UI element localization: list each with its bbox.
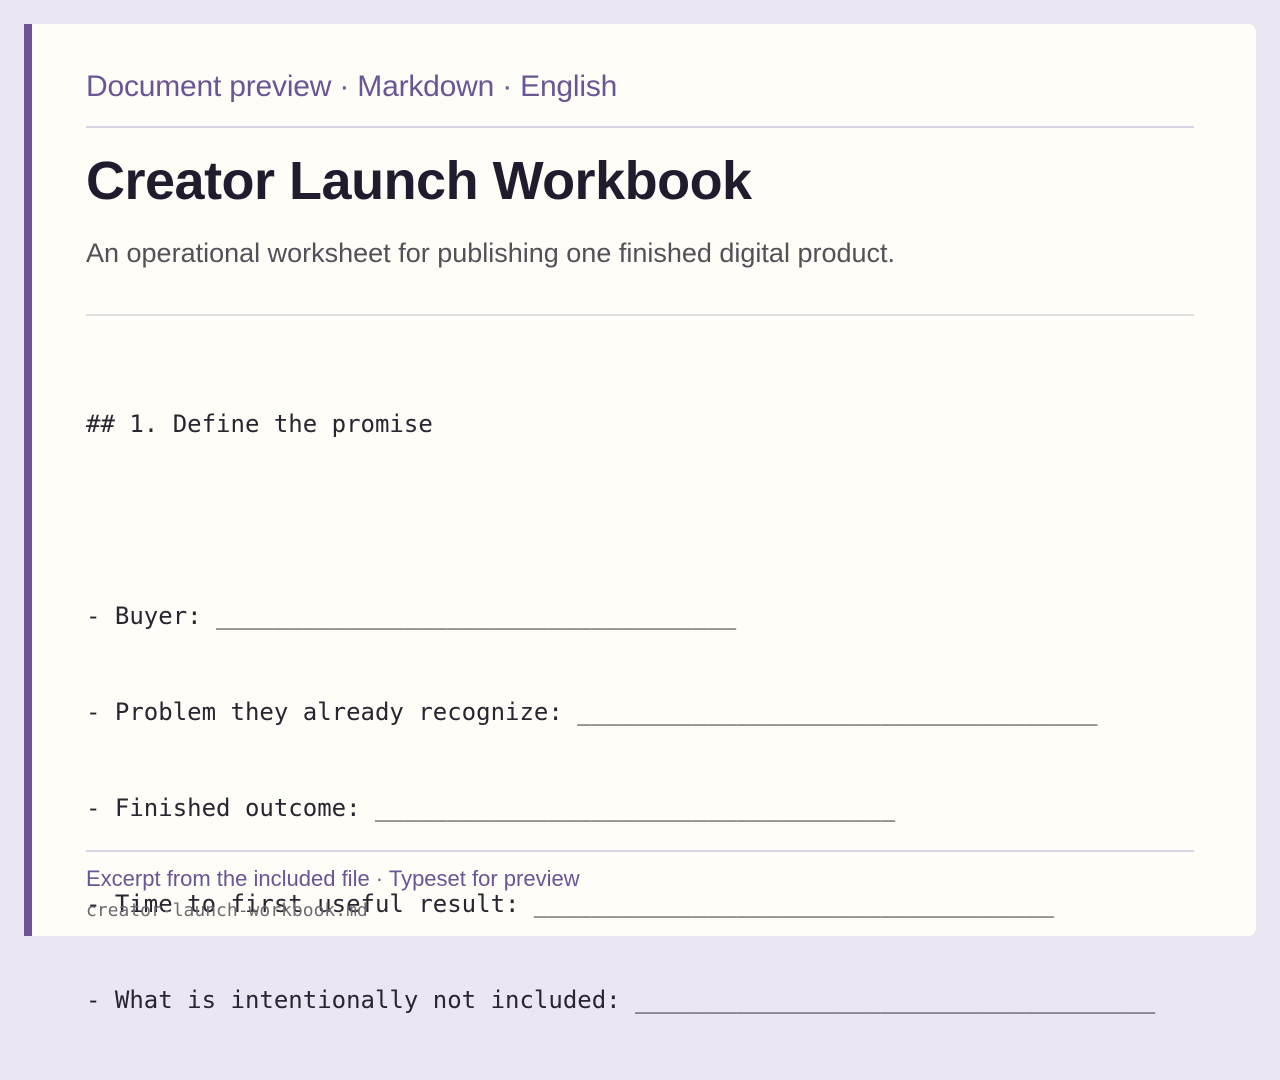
document-content: Document preview · Markdown · English Cr… [86, 24, 1194, 1014]
markdown-list-item-outcome: - Finished outcome: ____________________… [86, 794, 896, 822]
markdown-list-item-problem: - Problem they already recognize: ______… [86, 698, 1098, 726]
document-card: Document preview · Markdown · English Cr… [24, 24, 1256, 1014]
document-title: Creator Launch Workbook [86, 151, 752, 211]
document-subtitle: An operational worksheet for publishing … [86, 238, 896, 268]
document-meta: Document preview · Markdown · English [86, 70, 618, 103]
section-divider [86, 314, 1194, 316]
footer-divider [86, 850, 1194, 852]
header-divider [86, 126, 1194, 128]
markdown-excerpt: ## 1. Define the promise - Buyer: ______… [86, 344, 1155, 1080]
markdown-list-item-excluded: - What is intentionally not included: __… [86, 986, 1156, 1014]
footer-filename: creator-launch-workbook.md [86, 900, 368, 921]
markdown-list-item-buyer: - Buyer: _______________________________… [86, 602, 737, 630]
footer-label: Excerpt from the included file · Typeset… [86, 866, 580, 891]
markdown-blank-line [86, 504, 1155, 536]
markdown-heading-line: ## 1. Define the promise [86, 410, 433, 438]
